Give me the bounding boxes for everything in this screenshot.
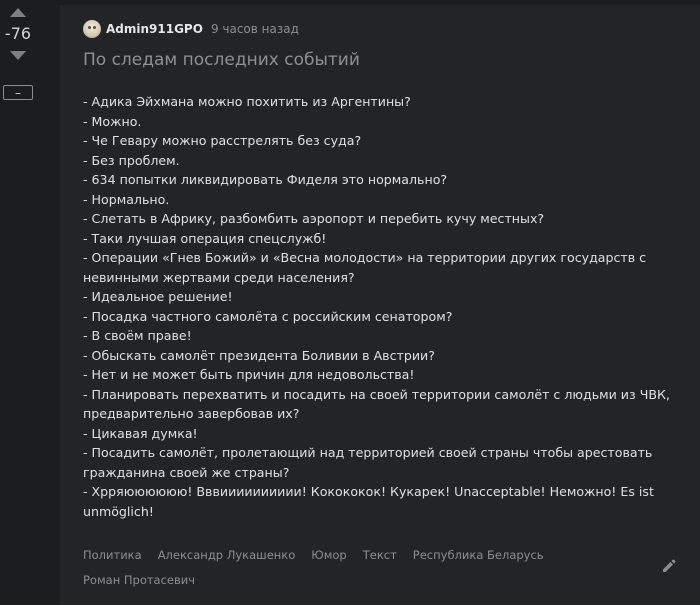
story-text-line: - Планировать перехватить и посадить на … (83, 386, 670, 422)
avatar-eye (93, 26, 96, 29)
story-text-line: - Операции «Гнев Божий» и «Весна молодос… (83, 250, 647, 285)
tag-link[interactable]: Роман Протасевич (83, 568, 195, 593)
story-text-line: - Че Гевару можно расстрелять без суда? (83, 133, 362, 148)
post-timestamp: 9 часов назад (210, 22, 299, 36)
collapse-button[interactable]: – (3, 85, 33, 100)
pencil-icon[interactable] (661, 558, 677, 574)
tag-link[interactable]: Юмор (311, 543, 346, 568)
avatar[interactable] (83, 20, 101, 38)
downvote-arrow-icon[interactable] (10, 51, 26, 60)
story-text-line: - Нормально. (83, 191, 170, 207)
avatar-eye (88, 26, 91, 29)
story-text-line: - 634 попытки ликвидировать Фиделя это н… (83, 172, 448, 187)
tag-link[interactable]: Текст (363, 543, 397, 568)
rating-column: -76 – (0, 0, 60, 605)
tag-link[interactable]: Александр Лукашенко (158, 543, 296, 568)
story-text-line: - Цикавая думка! (83, 425, 198, 441)
story-text-line: - Слетать в Африку, разбомбить аэропорт … (83, 211, 545, 226)
rating-score: -76 (4, 24, 32, 43)
story-body: - Адика Эйхмана можно похитить из Аргент… (83, 92, 683, 521)
story-text-line: - Посадить самолёт, пролетающий над терр… (83, 445, 653, 480)
story-text-line: - Таки лучшая операция спецслужб! (83, 230, 327, 246)
story-text-line: - Обыскать самолёт президента Боливии в … (83, 347, 435, 363)
story-text-line: - Посадка частного самолёта с российским… (83, 308, 453, 324)
story-title[interactable]: По следам последних событий (83, 48, 360, 72)
story-tags: Политика Александр Лукашенко Юмор Текст Респ… (83, 543, 643, 593)
author-name-link[interactable]: Admin911GPO (106, 22, 203, 36)
story-text-line: - Можно. (83, 113, 142, 129)
story-text-line: - Нет и не может быть причин для недовол… (83, 367, 415, 382)
page: -76 – Admin911GPO 9 часов назад По следа… (0, 0, 700, 605)
story-text-line: - Идеальное решение! (83, 289, 233, 304)
story-text-line: - Адика Эйхмана можно похитить из Аргент… (83, 94, 411, 109)
story-author-row: Admin911GPO 9 часов назад (83, 20, 299, 38)
tag-link[interactable]: Республика Беларусь (413, 543, 544, 568)
tag-link[interactable]: Политика (83, 543, 142, 568)
story-text-line: - Хрряюююююю! Вввииииииииии! Кокококок! … (83, 484, 654, 519)
story-text-line: - В своём праве! (83, 328, 192, 343)
story-text-line: - Без проблем. (83, 152, 180, 168)
upvote-arrow-icon[interactable] (10, 8, 26, 17)
story-card: Admin911GPO 9 часов назад По следам посл… (60, 5, 700, 605)
